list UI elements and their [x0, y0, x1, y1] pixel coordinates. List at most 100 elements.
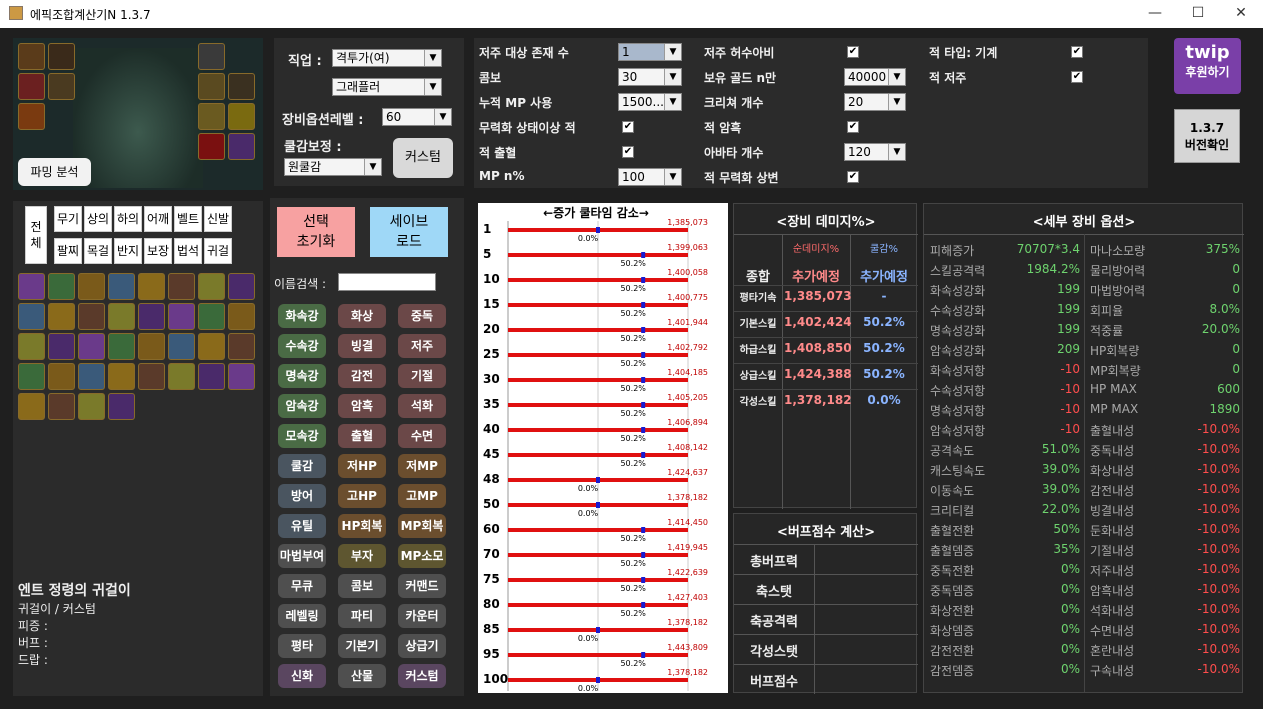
avatar-item-icon[interactable]: [198, 103, 225, 130]
slot-tab[interactable]: 귀걸: [204, 238, 232, 264]
slot-tab[interactable]: 상의: [84, 206, 112, 232]
item-icon[interactable]: [198, 363, 225, 390]
filter-button[interactable]: 상급기: [398, 634, 446, 658]
filter-button[interactable]: 커맨드: [398, 574, 446, 598]
item-icon[interactable]: [138, 363, 165, 390]
custom-button[interactable]: 커스텀: [393, 138, 453, 178]
cool-select[interactable]: 원쿨감 ▼: [284, 158, 382, 176]
item-icon[interactable]: [18, 273, 45, 300]
filter-button[interactable]: 커스텀: [398, 664, 446, 688]
item-icon[interactable]: [48, 273, 75, 300]
item-icon[interactable]: [168, 363, 195, 390]
filter-button[interactable]: MP소모: [398, 544, 446, 568]
item-icon[interactable]: [78, 303, 105, 330]
filter-button[interactable]: 방어: [278, 484, 326, 508]
slot-tab[interactable]: 신발: [204, 206, 232, 232]
item-icon[interactable]: [168, 333, 195, 360]
slot-tab[interactable]: 어깨: [144, 206, 172, 232]
filter-button[interactable]: 신화: [278, 664, 326, 688]
setting-checkbox[interactable]: ✔: [622, 146, 634, 158]
avatar-item-icon[interactable]: [198, 73, 225, 100]
item-icon[interactable]: [108, 303, 135, 330]
filter-button[interactable]: 무큐: [278, 574, 326, 598]
subclass-select[interactable]: 그래플러 ▼: [332, 78, 442, 96]
item-icon[interactable]: [108, 333, 135, 360]
filter-button[interactable]: 레벨링: [278, 604, 326, 628]
slot-tab[interactable]: 반지: [114, 238, 142, 264]
filter-button[interactable]: 빙결: [338, 334, 386, 358]
filter-button[interactable]: 화속강: [278, 304, 326, 328]
item-icon[interactable]: [48, 393, 75, 420]
filter-button[interactable]: 마법부여: [278, 544, 326, 568]
filter-button[interactable]: 화상: [338, 304, 386, 328]
setting-checkbox[interactable]: ✔: [847, 171, 859, 183]
avatar-item-icon[interactable]: [18, 73, 45, 100]
filter-button[interactable]: 저주: [398, 334, 446, 358]
item-icon[interactable]: [198, 333, 225, 360]
item-icon[interactable]: [138, 333, 165, 360]
setting-select[interactable]: 100 ▼: [618, 168, 682, 186]
item-icon[interactable]: [228, 303, 255, 330]
filter-button[interactable]: 석화: [398, 394, 446, 418]
item-icon[interactable]: [78, 273, 105, 300]
avatar-item-icon[interactable]: [18, 43, 45, 70]
item-icon[interactable]: [48, 303, 75, 330]
filter-button[interactable]: 부자: [338, 544, 386, 568]
item-icon[interactable]: [18, 393, 45, 420]
filter-button[interactable]: 쿨감: [278, 454, 326, 478]
filter-button[interactable]: 암속강: [278, 394, 326, 418]
filter-button[interactable]: 수속강: [278, 334, 326, 358]
equip-level-select[interactable]: 60 ▼: [382, 108, 452, 126]
setting-select[interactable]: 30 ▼: [618, 68, 682, 86]
setting-select[interactable]: 1500... ▼: [618, 93, 682, 111]
item-icon[interactable]: [108, 273, 135, 300]
reset-selection-button[interactable]: 선택 초기화: [277, 207, 355, 257]
filter-button[interactable]: 명속강: [278, 364, 326, 388]
avatar-item-icon[interactable]: [48, 73, 75, 100]
slot-tab[interactable]: 팔찌: [54, 238, 82, 264]
filter-button[interactable]: HP회복: [338, 514, 386, 538]
item-icon[interactable]: [18, 303, 45, 330]
item-icon[interactable]: [198, 303, 225, 330]
filter-button[interactable]: 출혈: [338, 424, 386, 448]
filter-button[interactable]: 고HP: [338, 484, 386, 508]
avatar-item-icon[interactable]: [228, 73, 255, 100]
filter-button[interactable]: 파티: [338, 604, 386, 628]
slot-tab[interactable]: 법석: [174, 238, 202, 264]
filter-button[interactable]: 기절: [398, 364, 446, 388]
item-icon[interactable]: [78, 333, 105, 360]
item-icon[interactable]: [228, 273, 255, 300]
item-icon[interactable]: [48, 333, 75, 360]
filter-button[interactable]: 고MP: [398, 484, 446, 508]
slot-tab[interactable]: 목걸: [84, 238, 112, 264]
filter-button[interactable]: 콤보: [338, 574, 386, 598]
filter-button[interactable]: 수면: [398, 424, 446, 448]
farming-analysis-button[interactable]: 파밍 분석: [18, 158, 91, 186]
avatar-item-icon[interactable]: [228, 133, 255, 160]
filter-button[interactable]: 모속강: [278, 424, 326, 448]
item-icon[interactable]: [138, 303, 165, 330]
item-icon[interactable]: [198, 273, 225, 300]
maximize-button[interactable]: ☐: [1178, 2, 1218, 24]
item-icon[interactable]: [48, 363, 75, 390]
item-icon[interactable]: [168, 303, 195, 330]
filter-button[interactable]: 평타: [278, 634, 326, 658]
item-icon[interactable]: [78, 363, 105, 390]
setting-select[interactable]: 1 ▼: [618, 43, 682, 61]
twip-donate-button[interactable]: twip 후원하기: [1174, 38, 1241, 94]
setting-select[interactable]: 40000 ▼: [844, 68, 906, 86]
filter-button[interactable]: 산물: [338, 664, 386, 688]
setting-checkbox[interactable]: ✔: [622, 121, 634, 133]
item-icon[interactable]: [138, 273, 165, 300]
filter-button[interactable]: 기본기: [338, 634, 386, 658]
item-icon[interactable]: [168, 273, 195, 300]
avatar-item-icon[interactable]: [198, 133, 225, 160]
filter-button[interactable]: 중독: [398, 304, 446, 328]
filter-button[interactable]: 암흑: [338, 394, 386, 418]
setting-checkbox[interactable]: ✔: [847, 46, 859, 58]
item-icon[interactable]: [228, 363, 255, 390]
filter-button[interactable]: 카운터: [398, 604, 446, 628]
item-icon[interactable]: [18, 363, 45, 390]
filter-button[interactable]: 저HP: [338, 454, 386, 478]
item-icon[interactable]: [108, 363, 135, 390]
